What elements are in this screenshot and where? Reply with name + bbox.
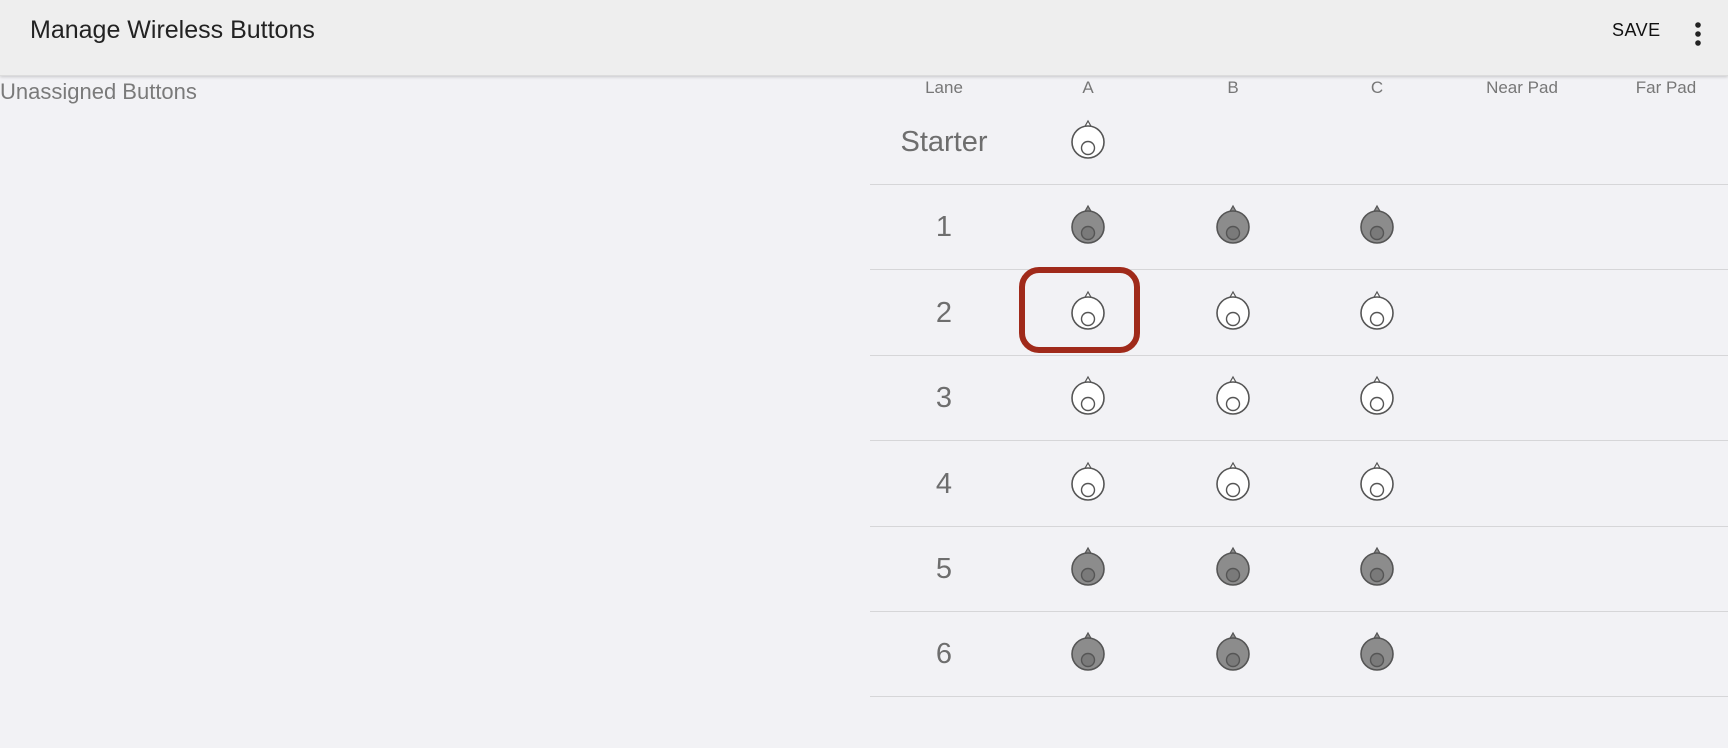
wireless-button-icon-lane-6-b[interactable] — [1213, 630, 1253, 676]
wireless-button-icon-lane-5-a[interactable] — [1068, 545, 1108, 591]
lane-label-6: 6 — [935, 638, 953, 670]
wireless-button-icon-lane-6-c[interactable] — [1357, 630, 1397, 676]
wireless-button-icon-lane-6-a[interactable] — [1068, 630, 1108, 676]
highlight-box — [1019, 267, 1140, 353]
lane-label-4: 4 — [935, 468, 953, 500]
column-header-lane: Lane — [925, 78, 963, 97]
row-divider — [870, 611, 1728, 612]
save-button[interactable]: SAVE — [1612, 20, 1661, 41]
wireless-button-icon-lane-3-b[interactable] — [1213, 374, 1253, 420]
wireless-button-icon-lane-1-b[interactable] — [1213, 203, 1253, 249]
lane-label-3: 3 — [935, 382, 953, 414]
app-bar: Manage Wireless Buttons SAVE — [0, 0, 1728, 76]
wireless-button-icon-lane-4-c[interactable] — [1357, 460, 1397, 506]
wireless-button-icon-lane-3-a[interactable] — [1068, 374, 1108, 420]
wireless-button-icon-lane-starter-a[interactable] — [1068, 118, 1108, 164]
lane-label-5: 5 — [935, 553, 953, 585]
row-divider — [870, 526, 1728, 527]
row-divider — [870, 696, 1728, 697]
wireless-button-icon-lane-2-c[interactable] — [1357, 289, 1397, 335]
wireless-button-icon-lane-4-a[interactable] — [1068, 460, 1108, 506]
wireless-button-icon-lane-5-c[interactable] — [1357, 545, 1397, 591]
column-header-far-pad: Far Pad — [1635, 78, 1697, 97]
wireless-button-icon-lane-1-a[interactable] — [1068, 203, 1108, 249]
row-divider — [870, 184, 1728, 185]
wireless-button-icon-lane-1-c[interactable] — [1357, 203, 1397, 249]
wireless-button-icon-lane-2-b[interactable] — [1213, 289, 1253, 335]
wireless-button-icon-lane-3-c[interactable] — [1357, 374, 1397, 420]
lane-label-1: 1 — [935, 211, 953, 243]
column-header-b: B — [1227, 78, 1239, 97]
row-divider — [870, 440, 1728, 441]
row-divider — [870, 269, 1728, 270]
wireless-button-icon-lane-4-b[interactable] — [1213, 460, 1253, 506]
column-header-c: C — [1370, 78, 1384, 97]
lane-label-starter: Starter — [900, 126, 988, 158]
column-header-a: A — [1082, 78, 1094, 97]
column-header-near-pad: Near Pad — [1486, 78, 1558, 97]
more-vert-icon[interactable] — [1688, 19, 1708, 49]
row-divider — [870, 355, 1728, 356]
page-title: Manage Wireless Buttons — [30, 16, 315, 44]
wireless-button-icon-lane-5-b[interactable] — [1213, 545, 1253, 591]
lane-label-2: 2 — [935, 297, 953, 329]
unassigned-buttons-heading: Unassigned Buttons — [0, 79, 197, 104]
